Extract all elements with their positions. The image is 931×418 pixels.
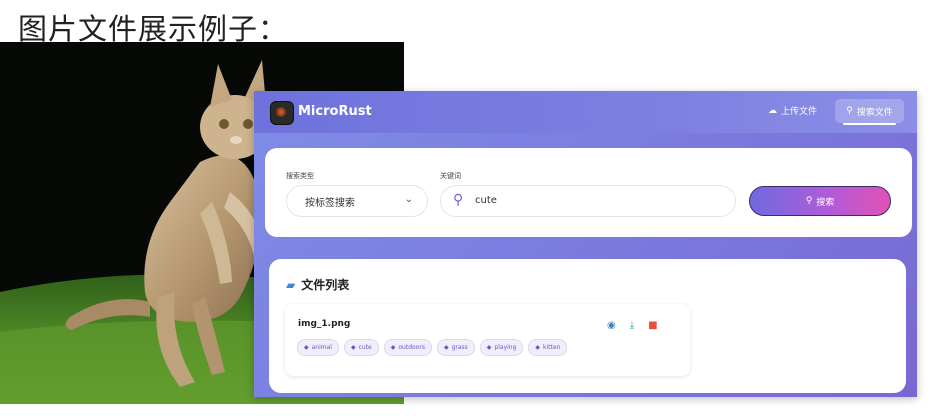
tag-icon: ◆ xyxy=(486,344,492,351)
keyword-input[interactable]: ⚲ cute xyxy=(440,185,736,217)
search-button[interactable]: ⚲ 搜索 xyxy=(749,186,891,216)
eye-icon[interactable]: ◉ xyxy=(607,320,616,331)
tag-chip[interactable]: ◆ outdoors xyxy=(383,339,432,356)
trash-icon[interactable]: ■ xyxy=(648,320,657,331)
nav-search-link[interactable]: ⚲ 搜索文件 xyxy=(835,99,904,125)
tag-label: outdoors xyxy=(398,344,425,351)
search-type-select[interactable]: 按标签搜索 ⌄ xyxy=(286,185,428,217)
file-actions: ◉ ⤓ ■ xyxy=(607,320,658,331)
tag-icon: ◆ xyxy=(535,344,541,351)
tag-label: cute xyxy=(358,344,372,351)
cloud-upload-icon: ☁ xyxy=(768,105,777,116)
nav-search-label: 搜索文件 xyxy=(856,107,893,118)
tag-icon: ◆ xyxy=(443,344,449,351)
search-type-label: 搜索类型 xyxy=(286,172,314,180)
search-icon: ⚲ xyxy=(846,106,853,116)
tag-label: playing xyxy=(494,344,517,351)
tag-chip[interactable]: ◆ animal xyxy=(297,339,339,356)
app-screenshot: MicroRust ☁ 上传文件 ⚲ 搜索文件 搜索类型 关键词 按标签搜索 ⌄… xyxy=(254,91,917,397)
logo-icon[interactable] xyxy=(270,101,294,125)
tag-chip[interactable]: ◆ kitten xyxy=(528,339,568,356)
file-card[interactable]: img_1.png ◉ ⤓ ■ ◆ animal ◆ cute ◆ outdoors … xyxy=(285,304,690,376)
tag-list: ◆ animal ◆ cute ◆ outdoors ◆ grass ◆ playing … xyxy=(297,339,568,356)
tag-label: grass xyxy=(451,344,468,351)
search-icon: ⚲ xyxy=(805,196,813,206)
download-icon[interactable]: ⤓ xyxy=(630,320,634,331)
file-list-panel: ▰ 文件列表 img_1.png ◉ ⤓ ■ ◆ animal ◆ cute ◆ ou… xyxy=(269,259,906,393)
tag-label: animal xyxy=(311,344,332,351)
brand-name[interactable]: MicroRust xyxy=(298,104,372,119)
tag-icon: ◆ xyxy=(304,344,309,351)
search-button-label: 搜索 xyxy=(816,197,835,208)
search-panel: 搜索类型 关键词 按标签搜索 ⌄ ⚲ cute ⚲ 搜索 xyxy=(265,148,912,237)
file-list-title: 文件列表 xyxy=(301,278,350,292)
top-navbar: MicroRust ☁ 上传文件 ⚲ 搜索文件 xyxy=(254,91,917,133)
tag-label: kitten xyxy=(543,344,561,351)
folder-icon: ▰ xyxy=(286,277,296,292)
search-type-value: 按标签搜索 xyxy=(305,198,355,209)
tag-icon: ◆ xyxy=(390,344,396,351)
tag-chip[interactable]: ◆ grass xyxy=(436,339,475,356)
file-list-heading: ▰ 文件列表 xyxy=(286,276,349,293)
nav-upload-link[interactable]: ☁ 上传文件 xyxy=(768,104,818,118)
file-name: img_1.png xyxy=(298,319,351,329)
tag-chip[interactable]: ◆ playing xyxy=(479,339,524,356)
chevron-down-icon: ⌄ xyxy=(404,194,413,205)
search-icon: ⚲ xyxy=(453,192,464,208)
tag-icon: ◆ xyxy=(350,344,356,351)
keyword-value: cute xyxy=(475,195,497,206)
keyword-label: 关键词 xyxy=(440,172,461,180)
tag-chip[interactable]: ◆ cute xyxy=(343,339,379,356)
nav-upload-label: 上传文件 xyxy=(781,107,818,117)
